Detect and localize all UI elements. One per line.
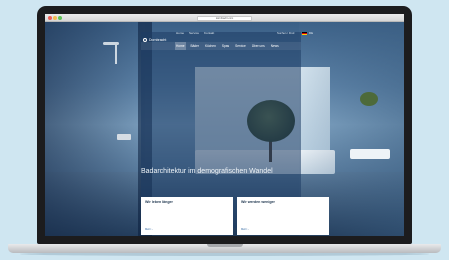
shower-pipe xyxy=(115,42,117,64)
mainnav-bathrooms[interactable]: Bäder xyxy=(190,42,201,50)
maximize-window-icon[interactable] xyxy=(58,16,62,20)
sink xyxy=(350,149,390,159)
mainnav-spas[interactable]: Spas xyxy=(221,42,230,50)
address-bar[interactable]: dornbracht.com xyxy=(197,15,252,21)
browser-toolbar: dornbracht.com xyxy=(45,14,404,22)
main-navigation: Home Bäder Küchen Spas Service Über uns … xyxy=(141,42,301,50)
faucet-icon xyxy=(117,134,131,140)
card-title: Wir leben länger xyxy=(145,200,173,204)
card-title: Wir werden weniger xyxy=(241,200,275,204)
teaser-card[interactable]: Wir werden weniger Mehr › xyxy=(237,197,329,235)
laptop-base xyxy=(8,244,441,253)
card-text xyxy=(241,207,325,216)
laptop-screen: dornbracht.com Dornbracht Home Service K… xyxy=(45,14,404,236)
plant xyxy=(360,92,378,106)
hero-title: Badarchitektur im demografischen Wandel xyxy=(141,168,273,175)
language-switch[interactable]: DE xyxy=(309,31,313,35)
laptop-notch xyxy=(207,244,243,247)
mainnav-kitchens[interactable]: Küchen xyxy=(204,42,217,50)
flag-icon[interactable] xyxy=(302,32,307,35)
teaser-card[interactable]: Wir leben länger Mehr › xyxy=(141,197,233,235)
close-window-icon[interactable] xyxy=(48,16,52,20)
card-more-link[interactable]: Mehr › xyxy=(241,228,249,231)
top-navigation: Home Service Kontakt xyxy=(176,31,214,35)
card-text xyxy=(145,207,229,216)
mainnav-about[interactable]: Über uns xyxy=(251,42,266,50)
minimize-window-icon[interactable] xyxy=(53,16,57,20)
wall-left xyxy=(45,22,145,236)
mainnav-home[interactable]: Home xyxy=(175,42,186,50)
search-input[interactable]: Suchen / Find xyxy=(277,31,299,35)
topnav-contact[interactable]: Kontakt xyxy=(204,31,214,35)
topnav-service[interactable]: Service xyxy=(189,31,199,35)
topnav-home[interactable]: Home xyxy=(176,31,184,35)
card-more-link[interactable]: Mehr › xyxy=(145,228,153,231)
mainnav-service[interactable]: Service xyxy=(234,42,247,50)
mainnav-news[interactable]: News xyxy=(270,42,280,50)
